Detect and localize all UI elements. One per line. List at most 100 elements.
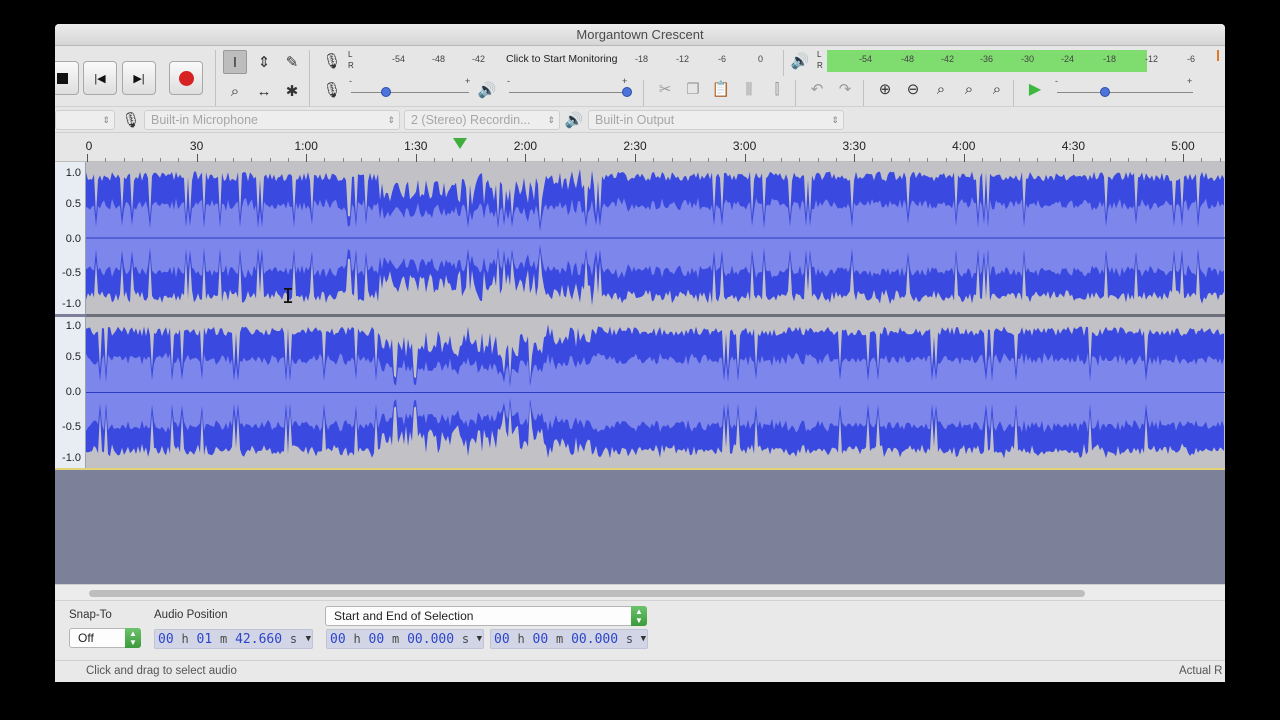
draw-tool[interactable]: ✎	[280, 50, 304, 74]
output-volume-knob[interactable]	[622, 87, 632, 97]
playhead-marker[interactable]	[453, 138, 467, 149]
play-icon: ▶	[1028, 81, 1042, 98]
zoom-tool[interactable]: ⌕	[223, 79, 247, 103]
trim-icon: ⫼	[745, 80, 753, 98]
record-meter-button[interactable]: 🎙	[320, 49, 344, 73]
ruler-tick	[744, 154, 746, 162]
ruler-label: 2:30	[623, 139, 647, 153]
copy-icon: ❐	[686, 81, 700, 98]
waveform-right[interactable]	[86, 317, 1225, 468]
multi-tool[interactable]: ✱	[280, 79, 304, 103]
zoom-out-button[interactable]: ⊖	[901, 77, 925, 101]
snap-to-select[interactable]: Off ▲ ▼	[69, 628, 141, 648]
tc-hours: 00	[330, 632, 346, 647]
skip-to-end-icon: ▶|	[133, 72, 145, 85]
copy-button[interactable]: ❐	[681, 77, 705, 101]
microphone-icon: 🎙	[322, 53, 342, 70]
status-bar: Click and drag to select audio Actual R	[55, 660, 1225, 682]
speed-slider-min: -	[1055, 76, 1058, 86]
input-slider-min: -	[349, 76, 352, 86]
output-slider-min: -	[507, 76, 510, 86]
waveform-svg	[86, 168, 1225, 306]
ruler-tick	[635, 154, 636, 162]
i-beam-cursor-icon: I	[282, 284, 295, 308]
record-meter-scale[interactable]: -54 -48 -42 Click to Start Monitoring -1…	[360, 51, 772, 69]
microphone-icon: 🎙	[322, 82, 342, 99]
horizontal-scrollbar[interactable]	[55, 584, 1225, 600]
zoom-out-icon: ⊖	[906, 81, 920, 98]
selection-mode-select[interactable]: Start and End of Selection ▲ ▼	[325, 606, 647, 626]
audio-host-select[interactable]: ⇕	[55, 110, 115, 130]
tc-unit: s	[289, 632, 298, 646]
pencil-icon: ✎	[285, 54, 299, 71]
dropdown-arrow-icon[interactable]: ▼	[641, 630, 646, 648]
meter-tick: -54	[392, 54, 406, 64]
chevron-updown-icon: ⇕	[387, 115, 395, 125]
empty-track-area[interactable]	[55, 470, 1225, 584]
ruler-tick	[525, 154, 527, 162]
trim-button[interactable]: ⫼	[737, 77, 761, 101]
scale-label: -0.5	[62, 421, 81, 433]
vertical-scale[interactable]: 1.0 0.5 0.0 -0.5 -1.0	[55, 162, 86, 314]
fit-selection-button[interactable]: ⌕	[929, 77, 953, 101]
redo-button[interactable]: ↷	[833, 77, 857, 101]
playback-meter-button[interactable]: 🔊	[788, 49, 812, 73]
selection-end-field[interactable]: 00 h 00 m 00.000 s ▼	[490, 629, 648, 649]
zoom-toggle-button[interactable]: ⌕	[985, 77, 1009, 101]
input-device-value: Built-in Microphone	[151, 113, 258, 127]
play-speed-knob[interactable]	[1099, 87, 1110, 97]
meter-tick: -6	[1187, 54, 1196, 64]
tc-unit: m	[556, 632, 564, 646]
right-channel[interactable]: 1.0 0.5 0.0 -0.5 -1.0	[55, 317, 1225, 468]
silence-button[interactable]: ⫿	[765, 77, 789, 101]
input-volume-slider[interactable]	[351, 92, 469, 93]
record-button[interactable]	[169, 61, 203, 95]
skip-to-end-button[interactable]: ▶|	[122, 61, 156, 95]
undo-button[interactable]: ↶	[805, 77, 829, 101]
play-at-speed-button[interactable]: ▶	[1023, 77, 1047, 101]
time-shift-tool[interactable]: ↔	[252, 79, 276, 103]
ruler-tick	[854, 154, 856, 162]
play-speed-slider[interactable]	[1057, 92, 1193, 93]
tc-unit: h	[181, 632, 189, 646]
fit-project-button[interactable]: ⌕	[957, 77, 981, 101]
selection-start-field[interactable]: 00 h 00 m 00.000 s ▼	[326, 629, 484, 649]
paste-button[interactable]: 📋	[709, 77, 733, 101]
dropdown-arrow-icon[interactable]: ▼	[477, 630, 482, 648]
dropdown-arrow-icon[interactable]: ▼	[306, 630, 311, 648]
timeline-ruler[interactable]: 0 30 1:00 1:30 2:00 2:30 3:00 3:30 4:00 4:30 5:00	[55, 132, 1225, 162]
input-device-icon: 🎙	[119, 108, 143, 132]
scrollbar-thumb[interactable]	[89, 590, 1085, 597]
ruler-tick	[963, 154, 965, 162]
input-device-select[interactable]: Built-in Microphone ⇕	[144, 110, 400, 130]
envelope-icon: ⇕	[257, 54, 271, 71]
input-volume-knob[interactable]	[381, 87, 392, 97]
waveform-left[interactable]	[86, 162, 1225, 314]
audio-track[interactable]: 1.0 0.5 0.0 -0.5 -1.0 1.0 0.5 0.0 -0.5 -…	[55, 162, 1225, 470]
speaker-icon: 🔊	[790, 53, 810, 70]
output-volume-slider[interactable]	[509, 92, 627, 93]
actual-rate-label: Actual R	[1179, 665, 1223, 677]
microphone-icon: 🎙	[121, 112, 141, 129]
waveform-svg	[86, 324, 1225, 459]
meter-tick: -18	[635, 54, 649, 64]
zoom-in-button[interactable]: ⊕	[873, 77, 897, 101]
output-device-select[interactable]: Built-in Output ⇕	[588, 110, 844, 130]
window-title: Morgantown Crescent	[576, 27, 704, 42]
envelope-tool[interactable]: ⇕	[252, 50, 276, 74]
ruler-label: 30	[189, 139, 204, 153]
vertical-scale[interactable]: 1.0 0.5 0.0 -0.5 -1.0	[55, 317, 86, 468]
tc-minutes: 00	[532, 632, 549, 647]
left-channel[interactable]: 1.0 0.5 0.0 -0.5 -1.0	[55, 162, 1225, 314]
stop-button[interactable]	[55, 61, 79, 95]
selection-mode-value: Start and End of Selection	[334, 609, 474, 623]
audio-position-field[interactable]: 00 h 01 m 42.660 s ▼	[154, 629, 313, 649]
skip-to-start-button[interactable]: |◀	[83, 61, 117, 95]
cut-button[interactable]: ✂	[653, 77, 677, 101]
paste-icon: 📋	[711, 81, 731, 98]
input-channels-select[interactable]: 2 (Stereo) Recordin... ⇕	[404, 110, 560, 130]
monitoring-hint[interactable]: Click to Start Monitoring	[506, 53, 617, 65]
selection-tool[interactable]: I	[223, 50, 247, 74]
playback-meter-scale[interactable]: -54 -48 -42 -36 -30 -24 -18 -12 -6	[827, 51, 1219, 69]
audacity-window: Morgantown Crescent |◀ ▶| I ⇕ ✎ ⌕ ↔ ✱ 🎙 …	[55, 24, 1225, 682]
